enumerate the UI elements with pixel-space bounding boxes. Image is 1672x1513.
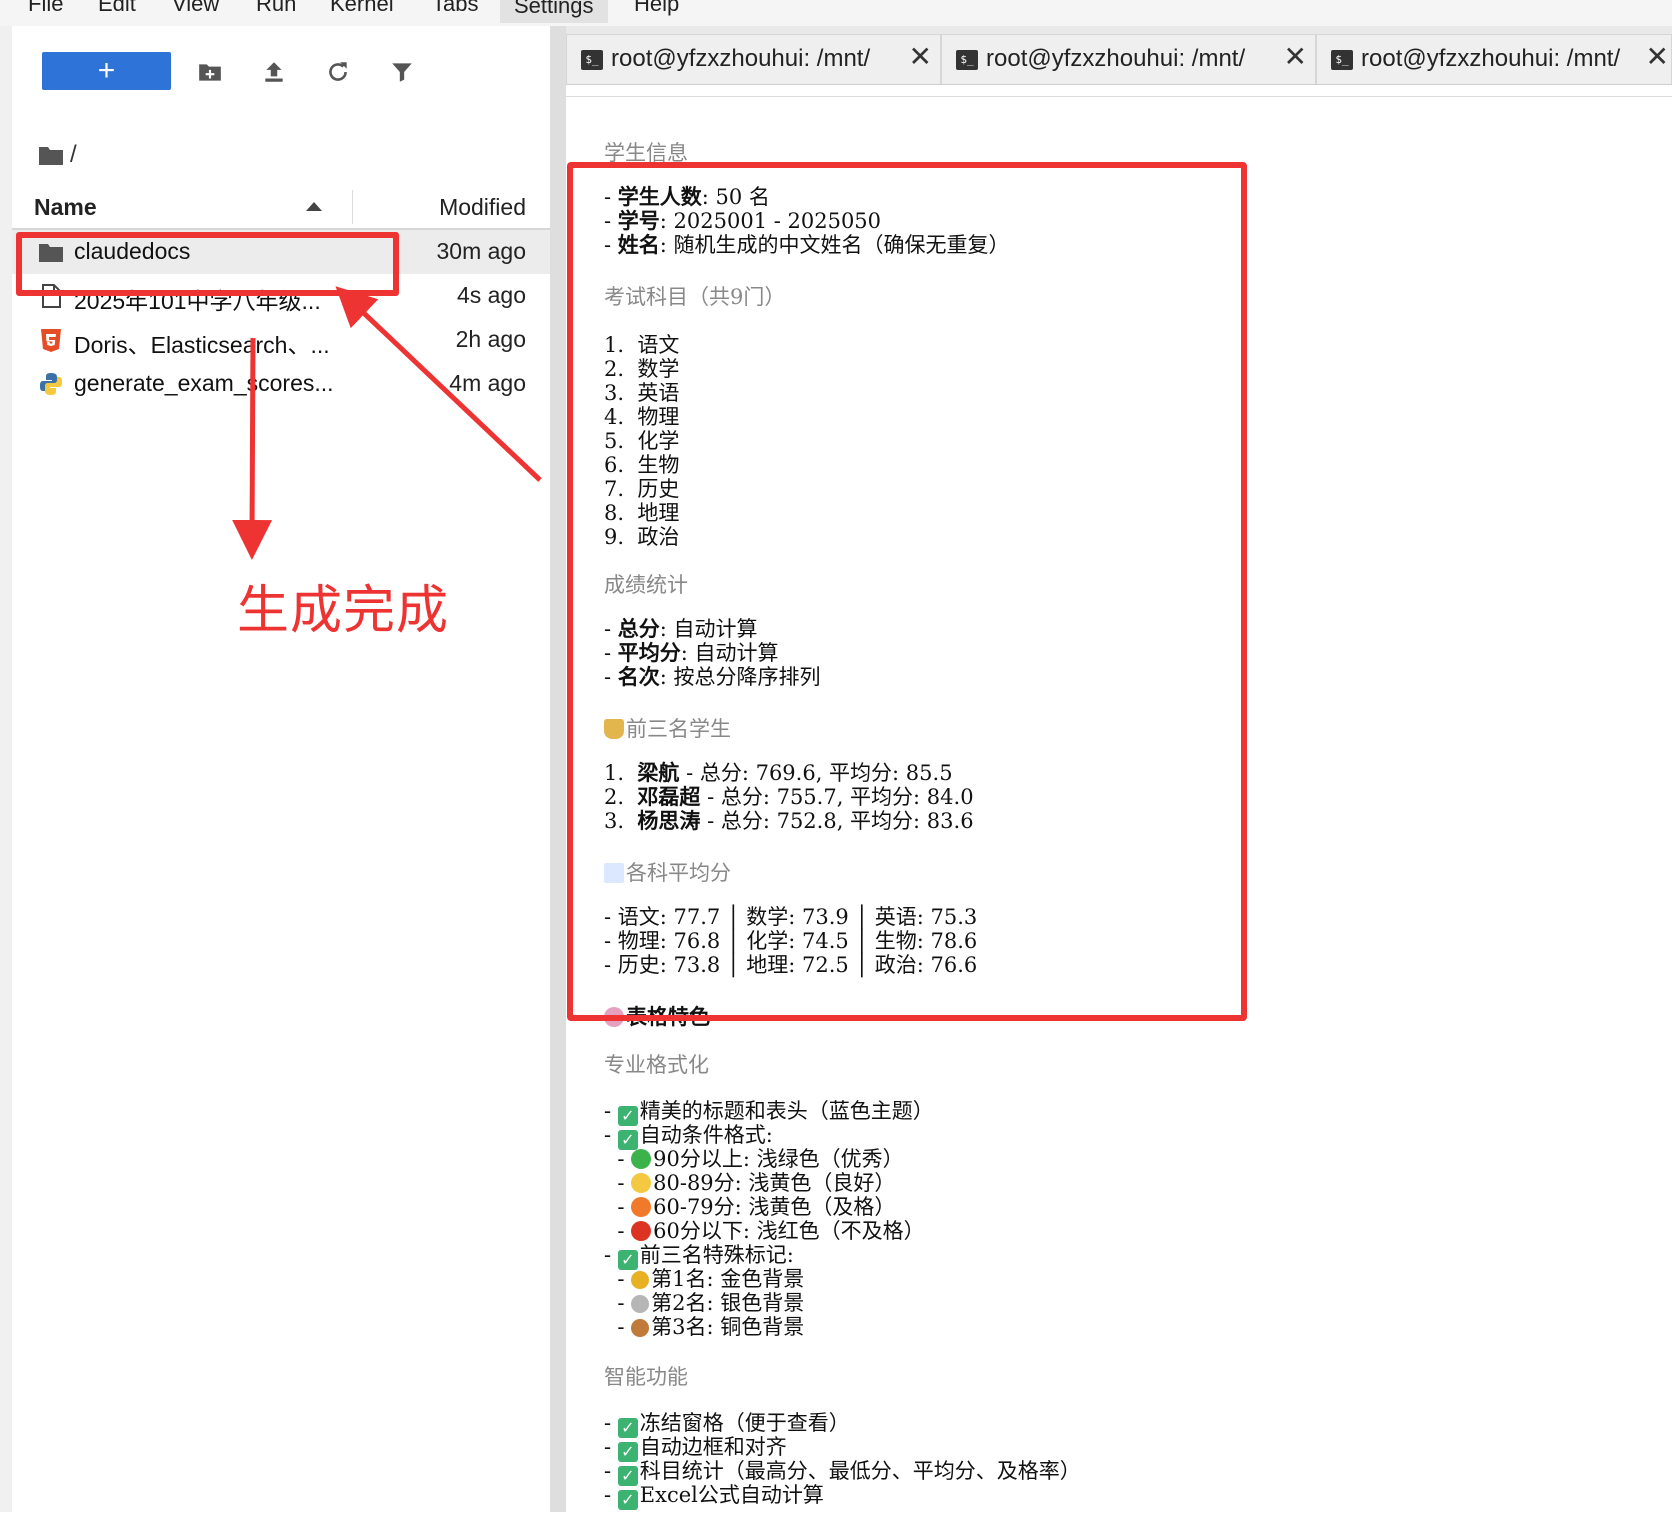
file-modified: 4s ago [456,282,526,308]
tab-terminal-2[interactable]: $_ root@yfzxzhouhui: /mnt/ ✕ [941,34,1316,84]
upload-icon [265,62,283,82]
orange-circle-icon [631,1197,652,1217]
file-row-python-script[interactable]: generate_exam_scores... 4m ago [12,362,550,406]
close-icon[interactable]: ✕ [1646,43,1669,71]
panel-resize-handle[interactable] [550,26,566,1512]
feature-line: - ✓ Excel公式自动计算 [604,1483,824,1510]
new-folder-button[interactable] [194,56,226,88]
file-modified: 4m ago [449,370,526,396]
refresh-icon [329,62,347,81]
file-modified: 2h ago [455,326,526,352]
file-browser-toolbar: + [12,50,550,98]
menu-tabs[interactable]: Tabs [432,0,478,17]
python-icon [40,373,62,395]
refresh-button[interactable] [322,56,354,88]
tab-label: root@yfzxzhouhui: /mnt/ [611,45,871,72]
column-modified-header[interactable]: Modified [439,194,526,221]
heading-format: 专业格式化 [604,1053,709,1077]
annotation-label: 生成完成 [237,581,450,641]
menu-run[interactable]: Run [256,0,296,17]
red-circle-icon [631,1221,652,1241]
sort-ascending-icon[interactable] [306,202,322,211]
green-circle-icon [631,1149,652,1169]
feature-text: Excel公式自动计算 [639,1483,824,1507]
filter-button[interactable] [386,56,418,88]
terminal-icon: $_ [581,50,603,70]
html-icon [41,329,61,352]
file-name: generate_exam_scores... [74,370,334,396]
upload-button[interactable] [258,56,290,88]
file-row-doris-html[interactable]: Doris、Elasticsearch、... 2h ago [12,318,550,362]
new-launcher-button[interactable]: + [42,52,171,90]
column-separator [352,190,353,224]
check-icon: ✓ [617,1490,638,1510]
yellow-circle-icon [631,1173,652,1193]
breadcrumb-path[interactable]: / [70,141,77,169]
bronze-medal-icon [631,1319,650,1337]
terminal-icon: $_ [956,50,978,70]
new-folder-icon [199,64,221,81]
breadcrumb[interactable]: / [38,138,77,172]
menu-file[interactable]: File [28,0,63,17]
menu-kernel[interactable]: Kernel [330,0,394,17]
file-modified: 30m ago [436,238,526,264]
close-icon[interactable]: ✕ [1284,43,1307,71]
folder-icon [39,147,63,165]
feature-subline: - 第3名: 铜色背景 [604,1315,805,1339]
menu-view[interactable]: View [172,0,219,17]
column-name-header[interactable]: Name [34,194,97,221]
filter-icon [392,63,412,82]
menu-settings[interactable]: Settings [500,0,608,23]
tab-label: root@yfzxzhouhui: /mnt/ [986,45,1246,72]
close-icon[interactable]: ✕ [909,43,932,71]
heading-smart: 智能功能 [604,1365,688,1389]
feature-text: 第3名: 铜色背景 [651,1315,805,1339]
file-list-header: Name Modified [12,186,550,230]
annotation-highlight-box [16,232,399,296]
menu-edit[interactable]: Edit [98,0,136,17]
menu-help[interactable]: Help [634,0,679,17]
terminal-icon: $_ [1331,50,1353,70]
menu-bar: File Edit View Run Kernel Tabs Settings … [0,0,1672,26]
file-name: Doris、Elasticsearch、... [74,332,330,358]
tab-terminal-1[interactable]: $_ root@yfzxzhouhui: /mnt/ ✕ [566,34,941,84]
tab-label: root@yfzxzhouhui: /mnt/ [1361,45,1621,72]
annotation-highlight-box [567,162,1247,1021]
tab-terminal-3[interactable]: $_ root@yfzxzhouhui: /mnt/ ✕ [1316,34,1672,84]
tab-bar: $_ root@yfzxzhouhui: /mnt/ ✕ $_ root@yfz… [566,26,1672,85]
